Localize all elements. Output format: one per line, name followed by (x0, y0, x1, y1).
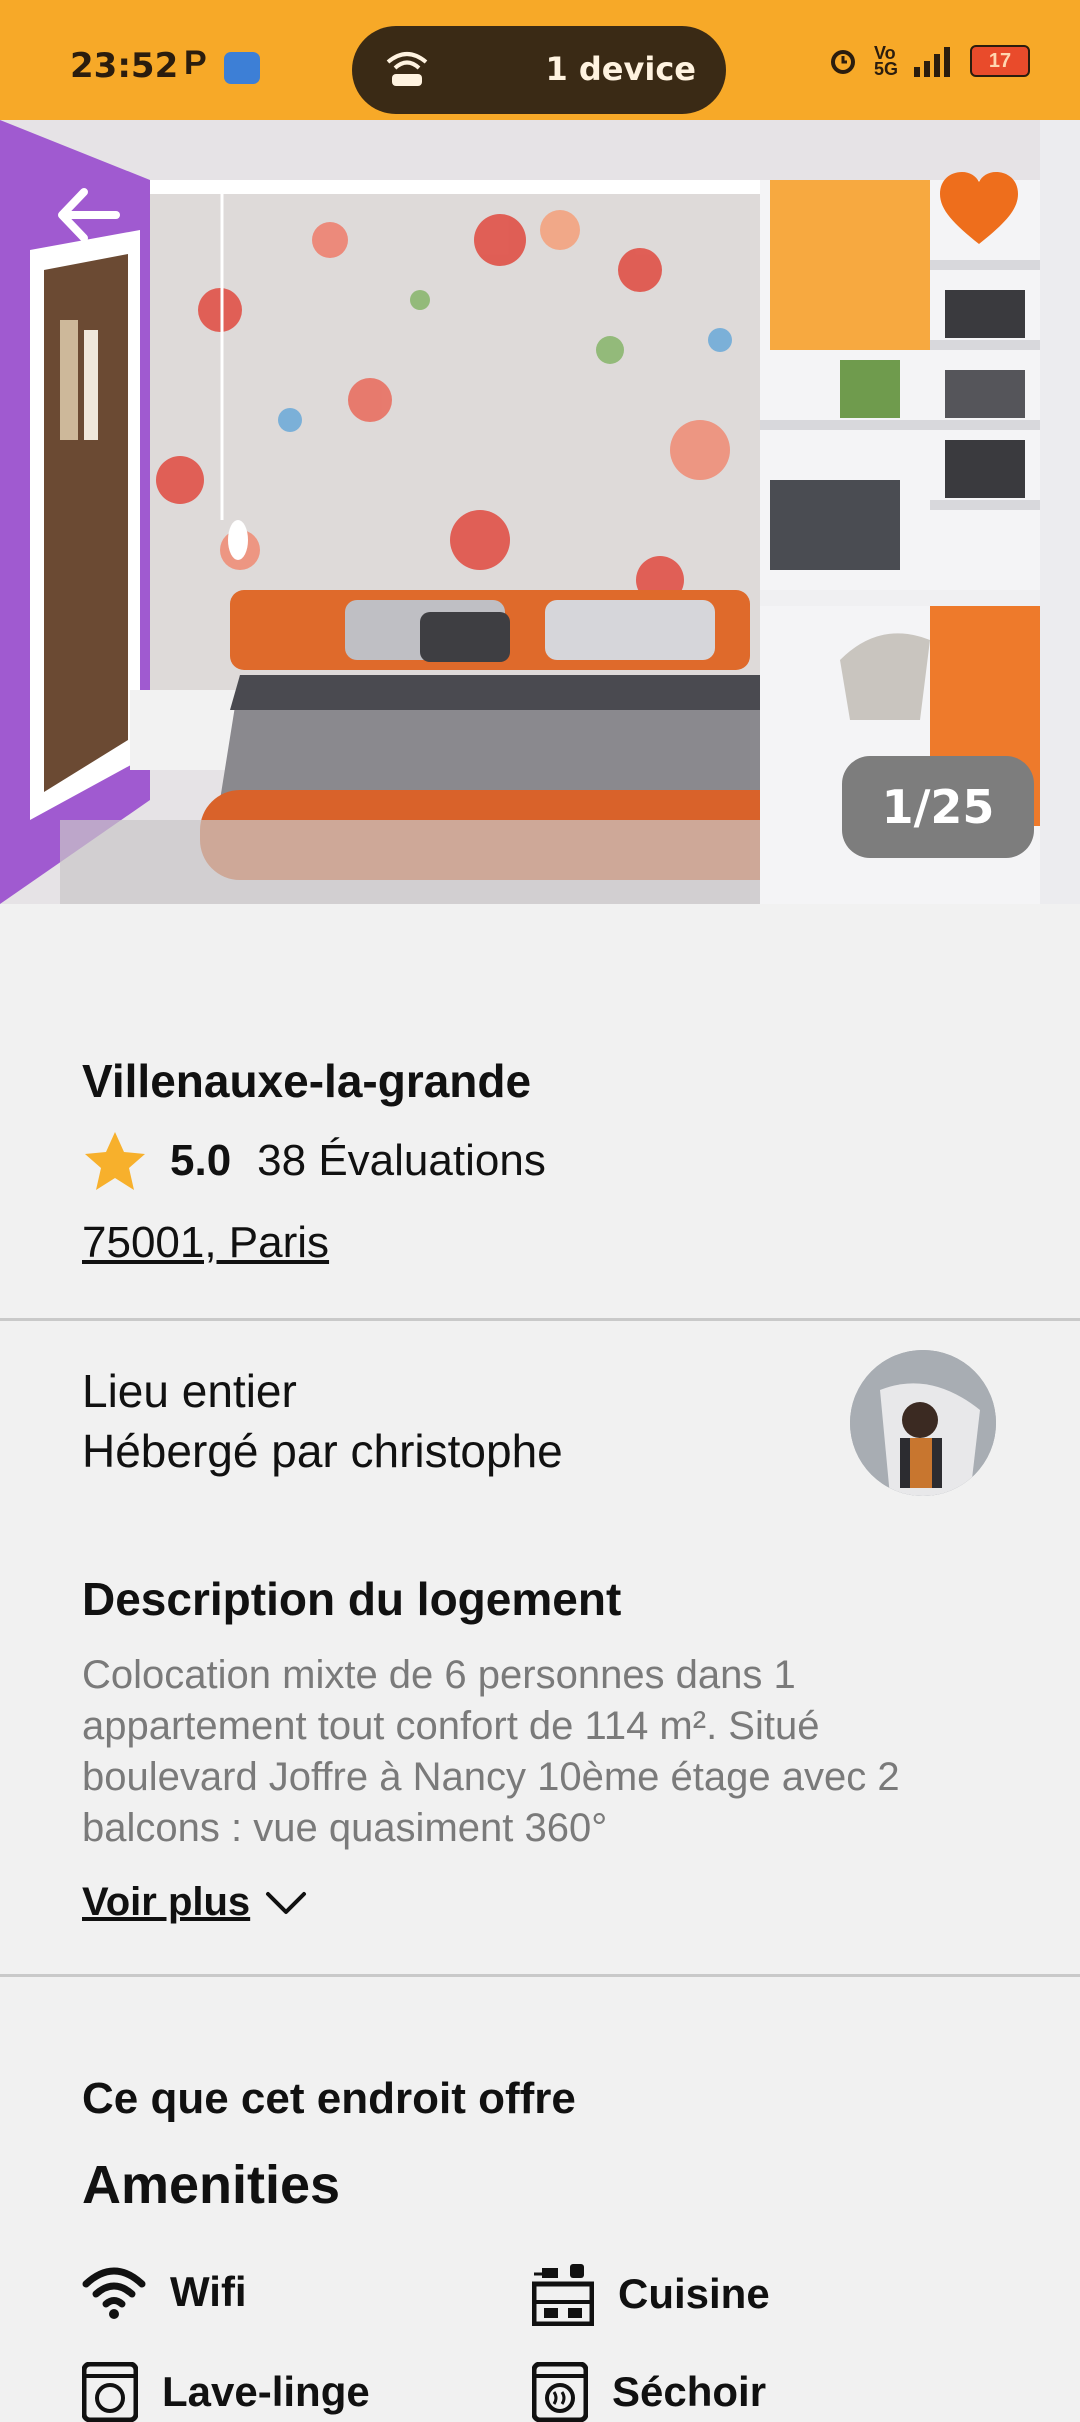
listing-title: Villenauxe-la-grande (82, 1055, 532, 1107)
review-count[interactable]: 38 Évaluations (257, 1136, 546, 1186)
location-link[interactable]: 75001, Paris (82, 1218, 329, 1268)
description-title: Description du logement (82, 1573, 622, 1625)
rating-row: 5.0 38 Évaluations (82, 1128, 546, 1194)
hotspot-pill[interactable]: 1 device (352, 26, 726, 114)
heart-icon (940, 172, 1018, 244)
battery-icon: 17 (970, 45, 1030, 77)
amenity-item: Lave-linge (82, 2362, 370, 2422)
volte-indicator: Vo 5G (873, 43, 898, 79)
see-more-button[interactable]: Voir plus (82, 1880, 308, 1925)
description-text: Colocation mixte de 6 personnes dans 1 a… (82, 1653, 900, 1850)
amenity-item: Wifi (82, 2262, 247, 2322)
arrow-left-icon (58, 188, 120, 242)
rating-value: 5.0 (170, 1136, 232, 1185)
hotspot-icon (386, 52, 428, 86)
favorite-button[interactable] (934, 164, 1024, 254)
host-avatar[interactable] (850, 1350, 996, 1496)
listing-photo-gallery[interactable]: 1/25 (0, 120, 1080, 904)
divider (0, 1974, 1080, 1977)
see-more-label: Voir plus (82, 1880, 251, 1924)
host-name: Hébergé par christophe (82, 1425, 563, 1477)
signal-icon (914, 47, 950, 77)
android-icon (224, 52, 260, 84)
avatar-photo (850, 1350, 996, 1496)
wifi-icon (82, 2267, 146, 2319)
divider (0, 1318, 1080, 1321)
amenity-label: Lave-linge (162, 2368, 370, 2415)
status-bar: 23:52 P 1 device Vo 5G 17 (0, 0, 1080, 120)
amenity-item: Cuisine (532, 2262, 770, 2326)
offers-title: Ce que cet endroit offre (82, 2074, 576, 2123)
amenity-item: Séchoir (532, 2362, 766, 2422)
star-icon (85, 1132, 145, 1190)
back-button[interactable] (44, 170, 134, 260)
kitchen-icon (532, 2264, 594, 2326)
amenity-label: Cuisine (618, 2270, 770, 2317)
place-type: Lieu entier (82, 1365, 297, 1417)
amenities-title: Amenities (82, 2155, 341, 2215)
chevron-down-icon (266, 1891, 307, 1914)
alarm-icon (830, 50, 855, 74)
amenity-label: Wifi (170, 2268, 247, 2315)
dryer-icon (532, 2362, 588, 2422)
parking-indicator: P (184, 44, 207, 82)
amenity-label: Séchoir (612, 2368, 767, 2415)
hotspot-label: 1 device (545, 50, 696, 88)
status-time: 23:52 (70, 46, 179, 86)
status-icons: Vo 5G 17 (826, 44, 1030, 78)
photo-counter: 1/25 (842, 756, 1034, 858)
washer-icon (82, 2362, 138, 2422)
